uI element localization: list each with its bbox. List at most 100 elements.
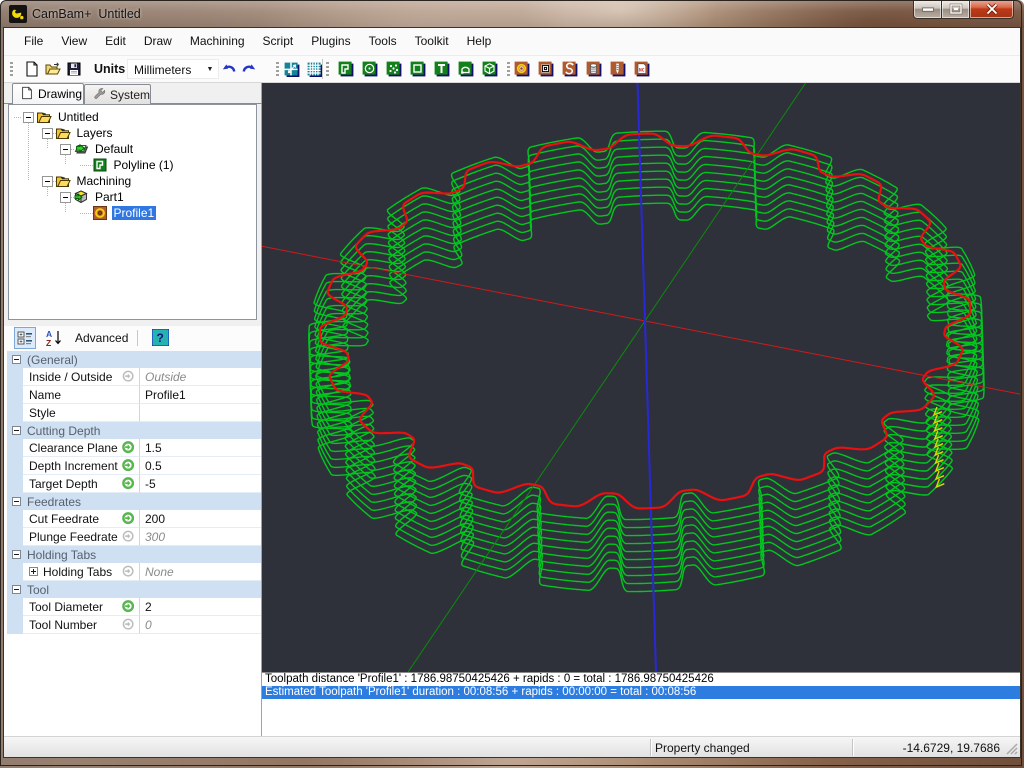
op-drill-icon[interactable] (610, 61, 626, 77)
open-file-icon[interactable] (45, 61, 61, 77)
op-lathe-icon[interactable] (586, 61, 602, 77)
property-value[interactable]: 300 (140, 528, 261, 546)
minimize-button[interactable] (913, 0, 942, 19)
menu-edit[interactable]: Edit (96, 28, 135, 55)
menu-script[interactable]: Script (254, 28, 303, 55)
draw-circle-icon[interactable] (362, 61, 378, 77)
value-set-icon[interactable] (122, 477, 136, 491)
viewport-3d[interactable] (262, 83, 1020, 672)
toolbar-grip[interactable] (276, 62, 279, 77)
value-set-icon[interactable] (122, 441, 136, 455)
tree-item-layers[interactable]: Layers (55, 125, 115, 141)
category-collapse-icon[interactable] (12, 550, 21, 559)
property-row-holding-tabs[interactable]: Holding TabsNone (7, 563, 261, 581)
value-set-icon[interactable] (122, 512, 136, 526)
tree-expander[interactable] (42, 128, 53, 139)
property-value[interactable]: 1.5 (140, 439, 261, 457)
draw-text-icon[interactable] (434, 61, 450, 77)
property-category-tool[interactable]: Tool (7, 581, 261, 598)
toolbar-grip[interactable] (326, 62, 329, 77)
property-value[interactable]: 0.5 (140, 457, 261, 475)
value-set-icon[interactable] (122, 600, 136, 614)
property-expand-icon[interactable] (29, 567, 38, 576)
property-value[interactable]: -5 (140, 475, 261, 493)
property-row-clearance-plane[interactable]: Clearance Plane1.5 (7, 439, 261, 457)
new-file-icon[interactable] (24, 61, 40, 77)
tree-item-polyline-1-[interactable]: Polyline (1) (92, 157, 176, 173)
property-value[interactable]: 0 (140, 616, 261, 634)
menu-help[interactable]: Help (458, 28, 501, 55)
tree-expander[interactable] (42, 176, 53, 187)
log-line[interactable]: Estimated Toolpath 'Profile1' duration :… (262, 686, 1020, 699)
draw-rectangle-icon[interactable] (410, 61, 426, 77)
property-row-style[interactable]: Style (7, 404, 261, 422)
property-row-cut-feedrate[interactable]: Cut Feedrate200 (7, 510, 261, 528)
property-value[interactable]: None (140, 563, 261, 581)
tree-item-untitled[interactable]: Untitled (36, 109, 101, 125)
property-value[interactable] (140, 404, 261, 422)
menu-toolkit[interactable]: Toolkit (406, 28, 458, 55)
op-pocket-icon[interactable] (538, 61, 554, 77)
draw-polyline-icon[interactable] (338, 61, 354, 77)
tree-item-default[interactable]: Default (73, 141, 135, 157)
undo-icon[interactable] (221, 61, 237, 77)
units-combobox[interactable]: Millimeters ▼ (127, 59, 219, 79)
property-row-inside-outside[interactable]: Inside / OutsideOutside (7, 368, 261, 386)
title-bar[interactable]: CamBam+ Untitled (0, 0, 1024, 28)
resize-grip[interactable] (1005, 742, 1019, 756)
property-row-tool-diameter[interactable]: Tool Diameter2 (7, 598, 261, 616)
redo-icon[interactable] (241, 61, 257, 77)
menu-plugins[interactable]: Plugins (302, 28, 359, 55)
property-value[interactable]: Profile1 (140, 386, 261, 404)
op-engrave-icon[interactable] (562, 61, 578, 77)
toolbar-grip[interactable] (507, 62, 510, 77)
property-category-cutting-depth[interactable]: Cutting Depth (7, 422, 261, 439)
property-row-plunge-feedrate[interactable]: Plunge Feedrate300 (7, 528, 261, 546)
menu-tools[interactable]: Tools (360, 28, 406, 55)
property-value[interactable]: 200 (140, 510, 261, 528)
value-set-icon[interactable] (122, 459, 136, 473)
tab-system[interactable]: System (84, 84, 151, 104)
menu-machining[interactable]: Machining (181, 28, 254, 55)
value-default-icon[interactable] (122, 618, 136, 632)
value-default-icon[interactable] (122, 530, 136, 544)
property-category-holding-tabs[interactable]: Holding Tabs (7, 546, 261, 563)
draw-solid-icon[interactable] (482, 61, 498, 77)
category-collapse-icon[interactable] (12, 585, 21, 594)
categorized-view-icon[interactable]: + + (14, 327, 36, 349)
menu-file[interactable]: File (15, 28, 52, 55)
category-collapse-icon[interactable] (12, 355, 21, 364)
tree-expander[interactable] (23, 112, 34, 123)
log-line[interactable]: Toolpath distance 'Profile1' : 1786.9875… (262, 673, 1020, 686)
property-value[interactable]: Outside (140, 368, 261, 386)
alphabetical-sort-icon[interactable]: A Z (45, 329, 63, 350)
tree-expander[interactable] (60, 144, 71, 155)
advanced-button[interactable]: Advanced (75, 331, 128, 345)
maximize-button[interactable] (942, 0, 969, 19)
value-default-icon[interactable] (122, 565, 136, 579)
menu-view[interactable]: View (52, 28, 96, 55)
op-profile-icon[interactable] (514, 61, 530, 77)
category-collapse-icon[interactable] (12, 497, 21, 506)
show-grid-icon[interactable] (307, 61, 323, 77)
units-dropdown-arrow-icon[interactable]: ▼ (203, 61, 217, 78)
draw-arc-icon[interactable] (458, 61, 474, 77)
snap-grid-icon[interactable] (284, 61, 300, 77)
value-default-icon[interactable] (122, 370, 136, 384)
close-button[interactable] (969, 0, 1014, 19)
menu-draw[interactable]: Draw (135, 28, 181, 55)
property-row-target-depth[interactable]: Target Depth-5 (7, 475, 261, 493)
help-icon[interactable]: ? (152, 329, 169, 346)
property-value[interactable]: 2 (140, 598, 261, 616)
category-collapse-icon[interactable] (12, 426, 21, 435)
toolpath-canvas[interactable] (262, 83, 1020, 672)
save-file-icon[interactable] (66, 61, 82, 77)
tab-drawing[interactable]: Drawing (12, 83, 84, 104)
toolbar-grip[interactable] (10, 62, 13, 77)
op-gcode-icon[interactable]: NC (634, 61, 650, 77)
property-category-feedrates[interactable]: Feedrates (7, 493, 261, 510)
property-row-depth-increment[interactable]: Depth Increment0.5 (7, 457, 261, 475)
draw-points-icon[interactable] (386, 61, 402, 77)
tree-item-machining[interactable]: Machining (55, 173, 134, 189)
property-row-name[interactable]: NameProfile1 (7, 386, 261, 404)
